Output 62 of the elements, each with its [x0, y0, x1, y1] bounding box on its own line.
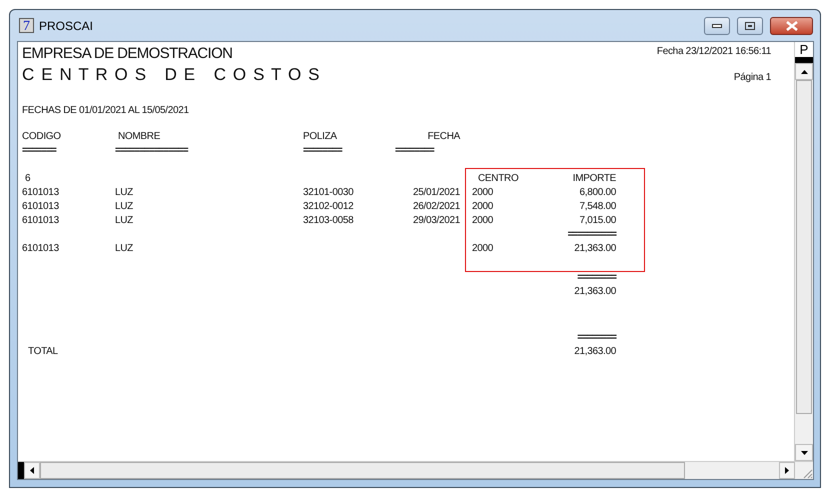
group-code: 6: [25, 173, 30, 184]
print-date: Fecha 23/12/2021 16:56:11: [656, 45, 771, 57]
column-header: FECHA: [428, 131, 460, 142]
scroll-down-icon: [800, 450, 808, 454]
table-cell-text: 2000: [472, 214, 494, 228]
group-total: 21,363.00: [574, 286, 616, 297]
close-icon: [786, 20, 798, 30]
table-cell-text: LUZ: [115, 200, 134, 214]
total-rule: ========: [577, 272, 616, 283]
table-cell-text: 2000: [472, 200, 494, 214]
table-cell-text: 6101013: [22, 200, 60, 214]
table-cell-text: 32101-0030: [303, 186, 354, 200]
scroll-marker: [795, 57, 813, 63]
total-amount: 21,363.00: [574, 346, 616, 357]
header-rule: ========: [303, 144, 344, 158]
table-cell-text: 6101013: [22, 242, 60, 256]
table-cell-text: 32102-0012: [303, 200, 354, 214]
resize-grip-icon: [801, 467, 813, 479]
header-rule: ===============: [115, 144, 190, 158]
table-cell: 25/01/2021: [412, 187, 460, 198]
page-number: Página 1: [734, 72, 771, 83]
column-header: CENTRO: [478, 173, 518, 184]
minimize-button[interactable]: [704, 16, 730, 34]
total-label: TOTAL: [28, 346, 58, 357]
table-cell-text: 6101013: [22, 186, 60, 200]
subtotal-rule: ==========: [568, 229, 616, 240]
scroll-marker: [18, 462, 24, 479]
table-cell: 7,015.00: [579, 215, 616, 226]
pane-tab[interactable]: P: [795, 42, 813, 57]
subtotal-amount: 21,363.00: [574, 243, 616, 254]
vertical-scrollbar[interactable]: P: [794, 42, 813, 461]
table-cell-text: 2000: [472, 186, 494, 200]
horizontal-scrollbar[interactable]: [18, 461, 813, 479]
scroll-up-icon: [800, 70, 808, 74]
window-title: PROSCAI: [39, 18, 94, 32]
table-cell: 6,800.00: [579, 187, 616, 198]
close-button[interactable]: [770, 16, 813, 34]
table-cell: 29/03/2021: [412, 215, 460, 226]
total-rule: ========: [577, 332, 616, 343]
table-cell-text: LUZ: [115, 186, 134, 200]
scroll-right-icon: [785, 467, 789, 474]
minimize-icon: [712, 24, 722, 28]
company-name: EMPRESA DE DEMOSTRACION: [22, 44, 232, 64]
table-cell: 7,548.00: [579, 201, 616, 212]
table-cell: 26/02/2021: [412, 201, 460, 212]
header-rule: =======: [22, 144, 58, 158]
table-cell-text: 2000: [472, 242, 494, 256]
maximize-button[interactable]: [737, 16, 763, 34]
column-header: IMPORTE: [572, 173, 616, 184]
table-cell-text: 32103-0058: [303, 214, 354, 228]
date-range: FECHAS DE 01/01/2021 AL 15/05/2021: [22, 105, 189, 116]
column-header: CODIGO: [22, 130, 62, 144]
scroll-left-icon: [30, 467, 34, 474]
maximize-icon: [745, 22, 755, 30]
table-cell-text: 6101013: [22, 214, 60, 228]
header-rule: ========: [395, 144, 436, 158]
report-title: C E N T R O S D E C O S T O S: [22, 65, 321, 84]
column-header: POLIZA: [303, 130, 338, 144]
column-header: NOMBRE: [118, 131, 160, 142]
app-icon: 7: [19, 18, 34, 33]
table-cell-text: LUZ: [115, 214, 134, 228]
table-cell-text: LUZ: [115, 242, 134, 256]
